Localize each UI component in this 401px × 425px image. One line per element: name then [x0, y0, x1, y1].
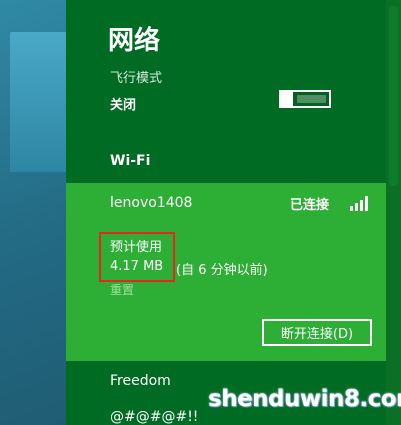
scrollbar-thumb[interactable]	[389, 6, 398, 186]
usage-highlight-box	[99, 232, 175, 282]
wifi-section-header: Wi-Fi	[110, 153, 151, 169]
network-item-second[interactable]: @#@#@#!!	[110, 409, 198, 425]
watermark: shenduwin8.com	[208, 380, 401, 416]
panel-title: 网络	[108, 26, 161, 56]
watermark-text: shenduwin8.com	[208, 386, 401, 412]
reset-usage-link[interactable]: 重置	[110, 281, 134, 298]
airplane-mode-state: 关闭	[110, 98, 137, 113]
disconnect-button[interactable]: 断开连接(D)	[262, 319, 372, 346]
wifi-signal-icon	[350, 196, 368, 211]
airplane-mode-label: 飞行模式	[110, 71, 163, 86]
network-name: lenovo1408	[110, 195, 193, 211]
usage-time: (自 6 分钟以前)	[176, 263, 268, 278]
airplane-mode-toggle[interactable]	[279, 90, 331, 108]
desktop-background	[0, 0, 66, 425]
toggle-knob	[281, 92, 293, 106]
toggle-track	[297, 95, 326, 103]
network-item-freedom[interactable]: Freedom	[110, 373, 171, 389]
desktop-tile	[10, 32, 66, 172]
network-status: 已连接	[290, 198, 330, 213]
